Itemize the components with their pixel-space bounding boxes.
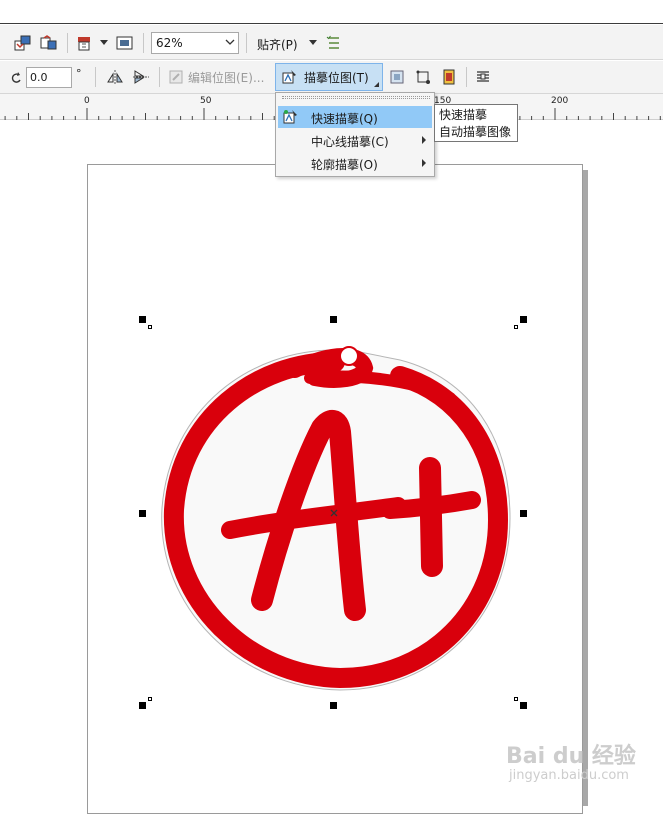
mirror-vertical-icon[interactable] bbox=[130, 66, 152, 88]
ruler-label: 200 bbox=[551, 96, 569, 106]
menu-item-quick-trace[interactable]: 快速描摹(Q) bbox=[278, 106, 432, 128]
snap-to-menu[interactable]: 贴齐(P) bbox=[257, 36, 298, 53]
a-plus-grade-artwork[interactable] bbox=[150, 338, 520, 698]
zoom-level-dropdown[interactable]: 62% bbox=[151, 32, 239, 54]
tooltip-description: 自动描摹图像 bbox=[439, 125, 512, 139]
import-icon[interactable] bbox=[12, 32, 34, 54]
baidu-watermark: Bai du 经验 jingyan.baidu.com bbox=[506, 738, 636, 794]
chevron-down-icon[interactable] bbox=[98, 32, 110, 54]
toolbar-separator bbox=[159, 67, 160, 87]
selection-handle-marker bbox=[514, 325, 518, 329]
selection-handle-bottom-right[interactable] bbox=[520, 702, 527, 709]
menu-item-label: 中心线描摹(C) bbox=[311, 135, 389, 149]
bitmap-color-mask-icon[interactable] bbox=[438, 66, 460, 88]
menu-grip bbox=[282, 96, 430, 99]
toolbar-separator bbox=[67, 33, 68, 53]
trace-bitmap-menu: 快速描摹(Q) 中心线描摹(C) 轮廓描摹(O) bbox=[275, 92, 435, 177]
toolbar-separator bbox=[246, 33, 247, 53]
selection-handle-bottom-left[interactable] bbox=[139, 702, 146, 709]
chevron-down-icon bbox=[225, 39, 235, 45]
trace-bitmap-icon bbox=[282, 70, 296, 84]
resample-icon[interactable] bbox=[386, 66, 408, 88]
export-icon[interactable] bbox=[38, 32, 60, 54]
menu-item-label: 轮廓描摹(O) bbox=[311, 158, 378, 172]
menu-item-centerline-trace[interactable]: 中心线描摹(C) bbox=[278, 129, 432, 151]
selection-handle-left[interactable] bbox=[139, 510, 146, 517]
rotate-icon bbox=[8, 67, 24, 89]
ruler-label: 0 bbox=[84, 96, 90, 106]
crop-bitmap-icon[interactable] bbox=[412, 66, 434, 88]
selection-handle-marker bbox=[148, 697, 152, 701]
text-wrap-icon[interactable] bbox=[472, 66, 494, 88]
watermark-logo-text: Bai du 经验 bbox=[506, 744, 636, 769]
degree-symbol: ° bbox=[76, 67, 82, 80]
standard-toolbar: 62% 贴齐(P) bbox=[0, 25, 663, 60]
chevron-down-icon[interactable] bbox=[307, 32, 319, 54]
menu-item-label: 快速描摹(Q) bbox=[311, 112, 378, 126]
selection-handle-marker bbox=[148, 325, 152, 329]
trace-bitmap-label: 描摹位图(T) bbox=[304, 70, 369, 85]
selection-handle-top[interactable] bbox=[330, 316, 337, 323]
trace-bitmap-button[interactable]: 描摹位图(T) bbox=[275, 63, 383, 91]
rotation-angle-input[interactable]: 0.0 bbox=[26, 67, 72, 88]
zoom-level-value: 62% bbox=[156, 36, 183, 50]
rotation-angle-value: 0.0 bbox=[30, 71, 48, 84]
selection-handle-marker bbox=[514, 697, 518, 701]
menu-item-outline-trace[interactable]: 轮廓描摹(O) bbox=[278, 152, 432, 174]
submenu-arrow-icon bbox=[422, 159, 426, 167]
ruler-label: 50 bbox=[200, 96, 212, 106]
publish-pdf-icon[interactable] bbox=[74, 32, 96, 54]
dropdown-corner-icon bbox=[374, 82, 379, 87]
selection-handle-top-right[interactable] bbox=[520, 316, 527, 323]
selection-handle-right[interactable] bbox=[520, 510, 527, 517]
edit-bitmap-icon bbox=[166, 66, 186, 88]
tooltip-title: 快速描摹 bbox=[439, 108, 488, 122]
watermark-url: jingyan.baidu.com bbox=[509, 768, 629, 783]
toolbar-separator bbox=[143, 33, 144, 53]
window-top-strip bbox=[0, 0, 663, 24]
quick-trace-tooltip: 快速描摹 自动描摹图像 bbox=[434, 104, 518, 142]
selection-handle-top-left[interactable] bbox=[139, 316, 146, 323]
toolbar-separator bbox=[95, 67, 96, 87]
options-icon[interactable] bbox=[324, 32, 344, 54]
application-launcher-icon[interactable] bbox=[114, 32, 136, 54]
mirror-horizontal-icon[interactable] bbox=[104, 66, 126, 88]
edit-bitmap-button[interactable]: 编辑位图(E)... bbox=[188, 69, 264, 86]
quick-trace-icon bbox=[283, 110, 297, 124]
toolbar-separator bbox=[466, 67, 467, 87]
submenu-arrow-icon bbox=[422, 136, 426, 144]
property-bar: 0.0 ° 编辑位图(E)... 描摹位图(T) bbox=[0, 61, 663, 94]
page-shadow bbox=[583, 170, 588, 806]
drawing-canvas[interactable] bbox=[0, 120, 663, 814]
selection-handle-bottom[interactable] bbox=[330, 702, 337, 709]
